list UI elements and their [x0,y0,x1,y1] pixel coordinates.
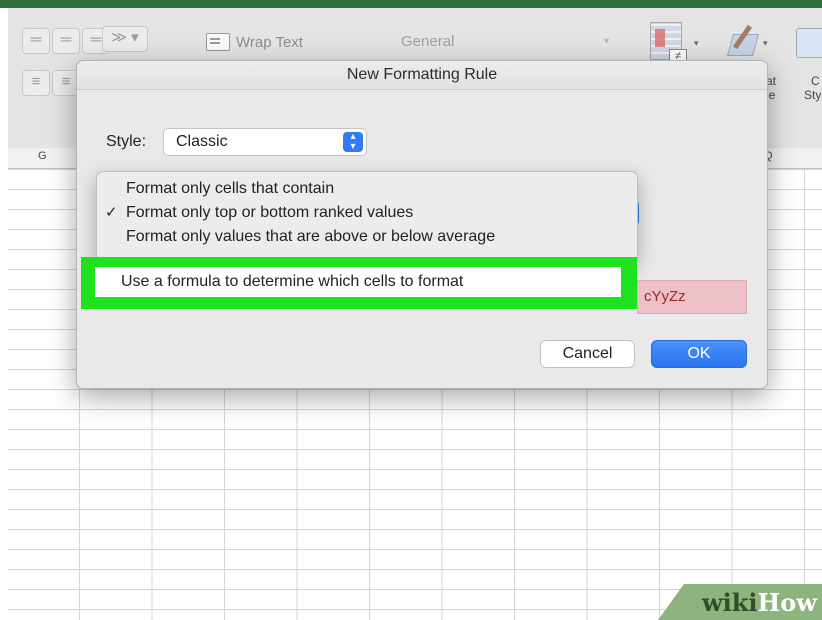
wrap-text-icon [206,33,230,51]
wrap-text-button[interactable]: Wrap Text [206,28,303,56]
ribbon-label-fragment: Sty [804,88,822,102]
style-dropdown-menu: Format only cells that contain ✓ Format … [96,171,638,263]
number-format-select[interactable]: General ▾ [393,28,615,56]
menu-item-cells-that-contain[interactable]: Format only cells that contain [97,177,637,201]
column-header-g[interactable]: G [38,150,47,162]
menu-item-use-formula[interactable]: Use a formula to determine which cells t… [95,267,621,297]
number-format-value: General [401,33,455,50]
chevron-down-icon[interactable]: ▾ [694,38,699,49]
style-select-value: Classic [176,133,228,150]
menu-item-top-bottom-ranked[interactable]: ✓ Format only top or bottom ranked value… [97,201,637,225]
excel-window: ═ ═ ═ ≫ ▾ ≡ ≡ Wrap Text General ▾ ▾ ▾ at… [8,8,822,620]
checkmark-icon: ✓ [105,204,118,221]
align-left-icon[interactable]: ≡ [22,70,50,96]
wikihow-watermark: wikiHow [702,590,817,616]
menu-item-label: Use a formula to determine which cells t… [121,273,464,290]
conditional-formatting-icon[interactable] [650,22,687,65]
dialog-title: New Formatting Rule [77,61,767,90]
format-as-table-icon[interactable] [726,24,756,56]
style-select[interactable]: Classic ▴ ▾ [163,128,367,156]
menu-item-above-below-average[interactable]: Format only values that are above or bel… [97,225,637,249]
align-top-icon[interactable]: ═ [22,28,50,54]
cancel-button[interactable]: Cancel [540,340,635,368]
ribbon-label-fragment: C [811,74,820,88]
window-top-bar [0,0,822,8]
menu-item-label: Format only values that are above or bel… [126,228,496,245]
chevron-down-icon: ▾ [603,36,609,47]
stepper-icon: ▴ ▾ [343,132,363,152]
watermark-text-part1: wiki [702,588,758,617]
watermark-text-part2: How [757,588,817,617]
highlight-annotation: Use a formula to determine which cells t… [81,257,637,309]
align-middle-icon[interactable]: ═ [52,28,80,54]
style-label: Style: [106,133,147,150]
menu-item-label: Format only top or bottom ranked values [126,204,414,221]
orientation-icon[interactable]: ≫ ▾ [102,26,148,52]
wrap-text-label: Wrap Text [236,33,303,51]
format-preview: cYyZz [637,280,747,314]
chevron-down-icon[interactable]: ▾ [763,38,768,49]
ok-button[interactable]: OK [651,340,747,368]
menu-item-label: Format only cells that contain [126,180,335,197]
cell-styles-icon[interactable] [796,28,822,58]
new-formatting-rule-dialog: New Formatting Rule Style: Classic ▴ ▾ cY… [76,60,768,389]
